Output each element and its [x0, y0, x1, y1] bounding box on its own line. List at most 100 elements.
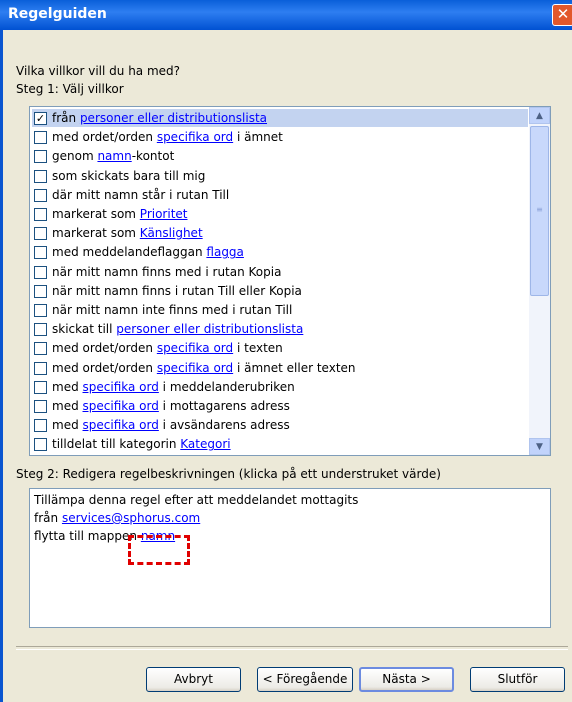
- condition-checkbox[interactable]: [34, 131, 47, 145]
- sender-address-link[interactable]: services@sphorus.com: [62, 511, 200, 525]
- close-icon: ✕: [556, 5, 570, 23]
- condition-text: där mitt namn står i rutan Till: [52, 187, 230, 202]
- condition-checkbox[interactable]: [34, 400, 47, 413]
- condition-label: när mitt namn finns med i rutan Kopia: [52, 263, 281, 281]
- condition-row[interactable]: med ordet/orden specifika ord i texten: [32, 339, 528, 357]
- condition-checkbox[interactable]: [34, 188, 47, 202]
- condition-row[interactable]: markerat som Prioritet: [32, 205, 528, 223]
- condition-row[interactable]: skickat till personer eller distribution…: [32, 320, 528, 338]
- condition-link[interactable]: flagga: [206, 245, 244, 259]
- condition-text: i avsändarens adress: [158, 418, 290, 433]
- condition-row[interactable]: med specifika ord i meddelanderubriken: [32, 378, 528, 396]
- condition-checkbox[interactable]: ✓: [34, 112, 47, 125]
- chevron-up-icon: ▲: [536, 111, 543, 121]
- condition-link[interactable]: specifika ord: [157, 341, 233, 355]
- finish-button[interactable]: Slutför: [470, 667, 565, 692]
- condition-row[interactable]: när mitt namn finns med i rutan Kopia: [32, 263, 528, 281]
- condition-checkbox[interactable]: [34, 438, 47, 452]
- condition-checkbox[interactable]: [34, 169, 47, 183]
- condition-link[interactable]: Känslighet: [140, 226, 203, 240]
- condition-row[interactable]: tilldelat till kategorin Kategori: [32, 435, 528, 453]
- condition-text: med ordet/orden: [52, 360, 157, 375]
- scroll-up-button[interactable]: ▲: [529, 107, 550, 124]
- condition-row[interactable]: genom namn-kontot: [32, 147, 528, 165]
- condition-label: med specifika ord i avsändarens adress: [52, 416, 290, 434]
- condition-checkbox[interactable]: [34, 342, 47, 356]
- condition-checkbox[interactable]: [34, 284, 47, 298]
- condition-checkbox[interactable]: [34, 150, 47, 164]
- condition-label: där mitt namn står i rutan Till: [52, 186, 229, 204]
- condition-label: med meddelandeflaggan flagga: [52, 243, 244, 261]
- condition-text: i ämnet eller texten: [233, 360, 356, 375]
- condition-link[interactable]: personer eller distributionslista: [80, 111, 267, 125]
- grip-icon: ≡: [536, 205, 543, 214]
- condition-label: när mitt namn finns i rutan Till eller K…: [52, 282, 302, 300]
- condition-checkbox[interactable]: [34, 361, 47, 375]
- condition-row[interactable]: när mitt namn inte finns med i rutan Til…: [32, 301, 528, 319]
- condition-link[interactable]: Kategori: [180, 437, 230, 451]
- condition-text: som skickats bara till mig: [52, 168, 206, 183]
- separator: [16, 646, 568, 650]
- condition-checkbox[interactable]: [34, 419, 47, 433]
- close-button[interactable]: ✕: [552, 4, 572, 26]
- condition-row[interactable]: med specifika ord i avsändarens adress: [32, 416, 528, 434]
- condition-label: från personer eller distributionslista: [52, 109, 267, 127]
- condition-text: i ämnet: [233, 130, 283, 145]
- cancel-button[interactable]: Avbryt: [146, 667, 241, 692]
- vertical-scrollbar[interactable]: ▲ ≡ ▼: [529, 107, 550, 455]
- condition-link[interactable]: namn: [97, 149, 131, 163]
- condition-label: skickat till personer eller distribution…: [52, 320, 303, 338]
- condition-row[interactable]: med ordet/orden specifika ord i ämnet: [32, 128, 528, 146]
- condition-checkbox[interactable]: [34, 227, 47, 241]
- prompt-label: Vilka villkor vill du ha med?: [16, 64, 181, 78]
- condition-text: skickat till: [52, 322, 117, 337]
- condition-link[interactable]: specifika ord: [157, 130, 233, 144]
- condition-label: med specifika ord i mottagarens adress: [52, 397, 290, 415]
- condition-text: markerat som: [52, 207, 140, 221]
- condition-link[interactable]: personer eller distributionslista: [116, 322, 303, 336]
- move-label: flytta till mappen: [34, 529, 141, 543]
- condition-checkbox[interactable]: [34, 304, 47, 317]
- condition-text: tilldelat till kategorin: [52, 437, 181, 452]
- description-line-2: från services@sphorus.com: [34, 511, 200, 525]
- condition-row[interactable]: när mitt namn finns i rutan Till eller K…: [32, 282, 528, 300]
- next-button[interactable]: Nästa >: [359, 667, 454, 692]
- back-button[interactable]: < Föregående: [257, 667, 353, 692]
- window-title: Regelguiden: [8, 6, 107, 22]
- condition-row[interactable]: med ordet/orden specifika ord i ämnet el…: [32, 359, 528, 377]
- condition-link[interactable]: specifika ord: [83, 380, 159, 394]
- condition-label: med ordet/orden specifika ord i texten: [52, 339, 283, 357]
- condition-row[interactable]: där mitt namn står i rutan Till: [32, 186, 528, 204]
- conditions-list[interactable]: ✓ från personer eller distributionslista m…: [29, 106, 551, 456]
- condition-checkbox[interactable]: [34, 208, 47, 221]
- step1-label: Steg 1: Välj villkor: [16, 82, 124, 96]
- condition-label: genom namn-kontot: [52, 147, 174, 165]
- condition-checkbox[interactable]: [34, 265, 47, 279]
- condition-checkbox[interactable]: [34, 380, 47, 394]
- scroll-down-button[interactable]: ▼: [529, 438, 550, 455]
- condition-link[interactable]: Prioritet: [140, 207, 188, 221]
- condition-label: med specifika ord i meddelanderubriken: [52, 378, 295, 396]
- condition-link[interactable]: specifika ord: [83, 418, 159, 432]
- condition-row[interactable]: markerat som Känslighet: [32, 224, 528, 242]
- condition-text: i meddelanderubriken: [158, 379, 295, 394]
- condition-checkbox[interactable]: [34, 323, 47, 337]
- condition-text: med ordet/orden: [52, 130, 157, 145]
- condition-row[interactable]: med meddelandeflaggan flagga: [32, 243, 528, 261]
- condition-text: med meddelandeflaggan: [52, 245, 207, 260]
- condition-text: genom: [52, 149, 98, 164]
- condition-link[interactable]: specifika ord: [157, 361, 233, 375]
- condition-row[interactable]: som skickats bara till mig: [32, 167, 528, 185]
- condition-text: markerat som: [52, 226, 140, 241]
- condition-text: när mitt namn finns med i rutan Kopia: [52, 264, 282, 279]
- condition-checkbox[interactable]: [34, 246, 47, 260]
- condition-text: när mitt namn inte finns med i rutan Til…: [52, 303, 293, 317]
- condition-link[interactable]: specifika ord: [83, 399, 159, 413]
- condition-row[interactable]: ✓ från personer eller distributionslista: [32, 109, 528, 127]
- title-bar: Regelguiden ✕: [0, 0, 572, 30]
- scroll-thumb[interactable]: ≡: [530, 126, 549, 296]
- condition-row[interactable]: med specifika ord i mottagarens adress: [32, 397, 528, 415]
- condition-text: i mottagarens adress: [158, 399, 290, 413]
- condition-text: när mitt namn finns i rutan Till eller K…: [52, 283, 302, 298]
- condition-label: när mitt namn inte finns med i rutan Til…: [52, 301, 292, 319]
